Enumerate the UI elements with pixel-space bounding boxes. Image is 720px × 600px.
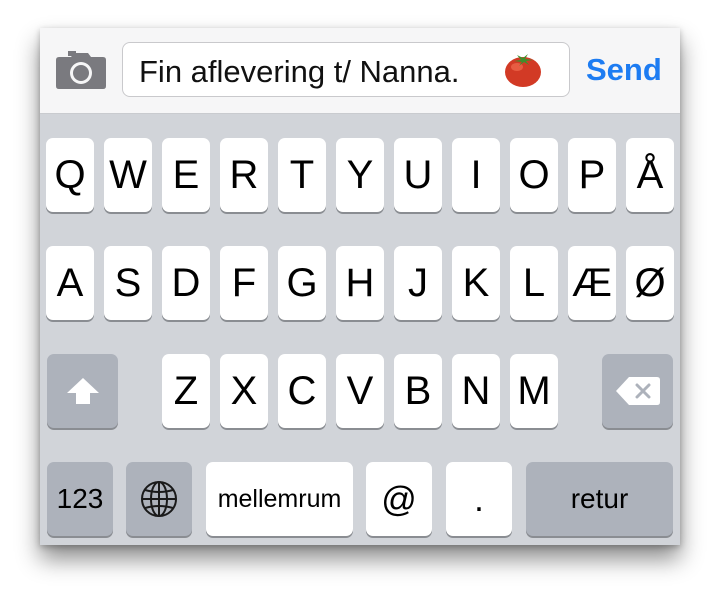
- key-f[interactable]: F: [220, 246, 268, 320]
- tomato-emoji-icon: [503, 51, 543, 89]
- key-label: W: [109, 153, 147, 197]
- key-label: S: [114, 261, 142, 305]
- key-o[interactable]: O: [510, 138, 558, 212]
- key-label: Æ: [572, 261, 612, 305]
- at-key-label: @: [381, 479, 417, 519]
- return-key-label: retur: [570, 483, 629, 514]
- key-label: E: [172, 153, 200, 197]
- return-key[interactable]: retur: [526, 462, 673, 536]
- numbers-key-label: 123: [56, 483, 104, 514]
- key-label: I: [470, 153, 482, 197]
- send-button[interactable]: Send: [586, 52, 662, 88]
- key-label: F: [231, 261, 257, 305]
- key-a[interactable]: A: [46, 246, 94, 320]
- globe-key[interactable]: [126, 462, 192, 536]
- key-x[interactable]: X: [220, 354, 268, 428]
- key-label: O: [518, 153, 550, 197]
- shift-arrow-icon: [65, 376, 101, 406]
- key-label: U: [403, 153, 433, 197]
- key-h[interactable]: H: [336, 246, 384, 320]
- key-c[interactable]: C: [278, 354, 326, 428]
- key-b[interactable]: B: [394, 354, 442, 428]
- key-label: Y: [346, 153, 374, 197]
- message-text-field[interactable]: Fin aflevering t/ Nanna.: [122, 42, 570, 97]
- key-label: G: [286, 261, 318, 305]
- key-j[interactable]: J: [394, 246, 442, 320]
- key-t[interactable]: T: [278, 138, 326, 212]
- key-label: X: [230, 369, 258, 413]
- key-p[interactable]: P: [568, 138, 616, 212]
- space-key-label: mellemrum: [217, 484, 342, 513]
- delete-key[interactable]: [602, 354, 673, 428]
- key-g[interactable]: G: [278, 246, 326, 320]
- shift-key[interactable]: [47, 354, 118, 428]
- key-e[interactable]: E: [162, 138, 210, 212]
- key-k[interactable]: K: [452, 246, 500, 320]
- key-label: Ø: [634, 261, 666, 305]
- key-label: P: [578, 153, 606, 197]
- key-d[interactable]: D: [162, 246, 210, 320]
- camera-icon[interactable]: [55, 50, 107, 90]
- message-text: Fin aflevering t/ Nanna.: [139, 54, 460, 89]
- key-å[interactable]: Å: [626, 138, 674, 212]
- key-l[interactable]: L: [510, 246, 558, 320]
- key-label: K: [462, 261, 490, 305]
- space-key[interactable]: mellemrum: [206, 462, 353, 536]
- message-input-bar: Fin aflevering t/ Nanna. Send: [40, 28, 680, 114]
- key-y[interactable]: Y: [336, 138, 384, 212]
- period-key[interactable]: .: [446, 462, 512, 536]
- key-label: B: [404, 369, 432, 413]
- key-i[interactable]: I: [452, 138, 500, 212]
- at-key[interactable]: @: [366, 462, 432, 536]
- key-label: D: [171, 261, 201, 305]
- key-label: N: [461, 369, 491, 413]
- key-label: T: [289, 153, 315, 197]
- key-label: A: [56, 261, 84, 305]
- key-s[interactable]: S: [104, 246, 152, 320]
- key-label: R: [229, 153, 259, 197]
- key-ø[interactable]: Ø: [626, 246, 674, 320]
- key-u[interactable]: U: [394, 138, 442, 212]
- key-label: Å: [636, 153, 664, 197]
- key-v[interactable]: V: [336, 354, 384, 428]
- key-n[interactable]: N: [452, 354, 500, 428]
- backspace-icon: [615, 375, 661, 407]
- key-q[interactable]: Q: [46, 138, 94, 212]
- period-key-label: .: [474, 479, 484, 519]
- key-æ[interactable]: Æ: [568, 246, 616, 320]
- key-label: H: [345, 261, 375, 305]
- key-label: C: [287, 369, 317, 413]
- key-label: J: [408, 261, 428, 305]
- numbers-key[interactable]: 123: [47, 462, 113, 536]
- globe-icon: [139, 479, 179, 519]
- key-m[interactable]: M: [510, 354, 558, 428]
- key-label: L: [522, 261, 546, 305]
- messaging-screen: Fin aflevering t/ Nanna. Send QWERTYUIOP…: [40, 28, 680, 545]
- key-z[interactable]: Z: [162, 354, 210, 428]
- key-w[interactable]: W: [104, 138, 152, 212]
- key-label: V: [346, 369, 374, 413]
- key-label: Q: [54, 153, 86, 197]
- key-label: Z: [173, 369, 199, 413]
- key-r[interactable]: R: [220, 138, 268, 212]
- key-label: M: [517, 369, 551, 413]
